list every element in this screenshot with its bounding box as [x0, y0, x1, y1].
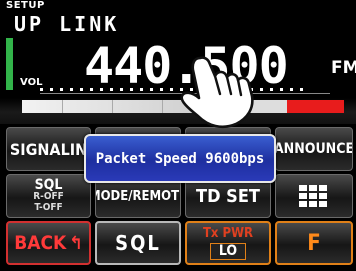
volume-dot-scale [40, 88, 306, 91]
popup-message: Packet Speed 9600bps [95, 150, 265, 167]
volume-label: VOL [20, 77, 43, 88]
modulation-label: FM [331, 58, 356, 78]
signaling-button[interactable]: SIGNALIN [6, 127, 91, 171]
grid-menu-icon [299, 185, 329, 207]
back-label: BACK [14, 232, 67, 254]
sql-button[interactable]: SQL [95, 221, 181, 265]
meter-red-zone [287, 100, 344, 113]
sql-label: SQL [115, 231, 161, 255]
announce-label: ANNOUNCE [275, 141, 353, 157]
back-button[interactable]: BACK ↰ [6, 221, 91, 265]
setup-mode-label: SETUP [6, 0, 45, 11]
radio-screen: SETUP UP LINK VOL 440.500 FM SIGNALIN AN… [0, 0, 356, 271]
sql-type-title: SQL [34, 176, 63, 193]
meter-tick [112, 100, 113, 113]
sql-rx-status: R-OFF [33, 190, 64, 202]
tx-power-value: LO [209, 243, 247, 260]
td-set-label: TD SET [196, 185, 260, 207]
meter-tick [162, 100, 163, 113]
function-label: F [307, 230, 321, 256]
sql-type-button[interactable]: SQL R-OFF T-OFF [6, 174, 91, 218]
band-label: UP LINK [14, 12, 120, 36]
meter-tick [62, 100, 63, 113]
tx-power-label: Tx PWR [202, 226, 254, 241]
function-button[interactable]: F [275, 221, 353, 265]
pointing-hand-icon [180, 56, 254, 129]
packet-speed-popup: Packet Speed 9600bps [84, 134, 276, 183]
volume-level-bar [6, 38, 13, 90]
return-arrow-icon: ↰ [69, 232, 83, 254]
mode-remote-label: MODE/REMOTE [96, 188, 180, 204]
sql-tx-status: T-OFF [34, 201, 63, 213]
announce-button[interactable]: ANNOUNCE [275, 127, 353, 171]
menu-grid-button[interactable] [275, 174, 353, 218]
tx-power-button[interactable]: Tx PWR LO [185, 221, 271, 265]
signaling-label: SIGNALIN [9, 139, 88, 159]
